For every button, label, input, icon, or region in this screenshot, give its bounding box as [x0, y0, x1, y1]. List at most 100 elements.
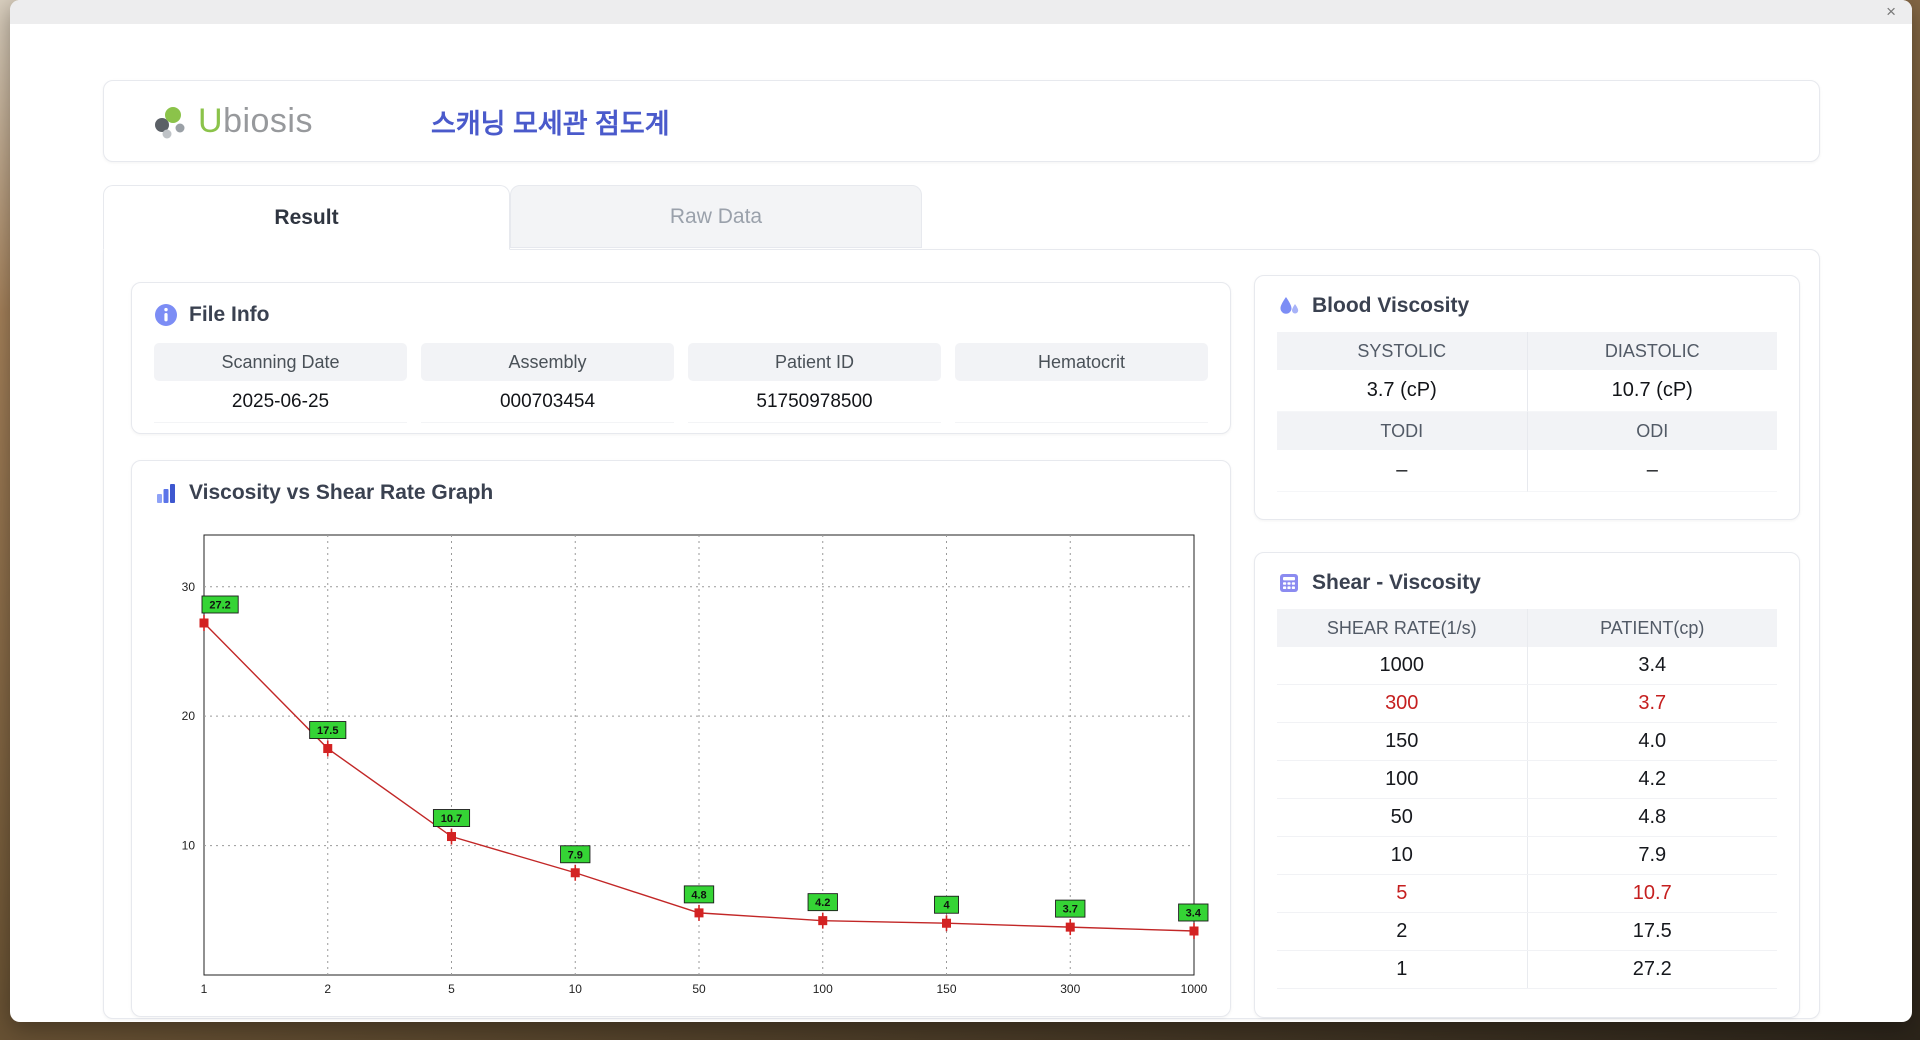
shear-table: SHEAR RATE(1/s) PATIENT(cp) 1000 3.4 300 3.… — [1277, 609, 1777, 989]
file-info-field: Hematocrit — [955, 343, 1208, 423]
svg-text:10: 10 — [569, 982, 583, 996]
shear-table-body: 1000 3.4 300 3.7 150 4.0 100 4.2 50 4.8 10 7.9 5 10.7… — [1277, 647, 1777, 989]
svg-text:10: 10 — [182, 839, 196, 853]
tab-result[interactable]: Result — [103, 185, 510, 250]
shear-rate-cell: 5 — [1277, 875, 1528, 912]
header-card: Ubiosis 스캐닝 모세관 점도계 — [103, 80, 1820, 162]
svg-text:1: 1 — [201, 982, 208, 996]
svg-text:27.2: 27.2 — [209, 600, 230, 612]
droplet-icon — [1277, 294, 1301, 318]
bv-header-cell: SYSTOLIC — [1277, 332, 1528, 370]
file-info-card: File Info Scanning Date 2025-06-25 Assembl… — [131, 282, 1231, 434]
ubiosis-logo-icon — [150, 101, 190, 141]
shear-table-row: 10 7.9 — [1277, 837, 1777, 875]
file-info-header: File Info — [154, 303, 1208, 327]
bv-value-row: 3.7 (cP) 10.7 (cP) — [1277, 370, 1777, 412]
patient-viscosity-cell: 4.0 — [1638, 730, 1667, 752]
field-value: 2025-06-25 — [154, 381, 407, 423]
shear-viscosity-header: Shear - Viscosity — [1277, 571, 1777, 595]
bv-value-row: – – — [1277, 450, 1777, 492]
blood-viscosity-table: SYSTOLIC DIASTOLIC 3.7 (cP) 10.7 (cP) TODI OD… — [1277, 332, 1777, 492]
patient-viscosity-cell: 4.8 — [1638, 806, 1667, 828]
svg-text:100: 100 — [813, 982, 833, 996]
file-info-field: Patient ID 51750978500 — [688, 343, 941, 423]
shear-rate-cell: 50 — [1277, 799, 1528, 836]
bv-header-row: TODI ODI — [1277, 412, 1777, 450]
bv-header-cell: DIASTOLIC — [1527, 332, 1777, 370]
shear-table-row: 50 4.8 — [1277, 799, 1777, 837]
shear-rate-cell: 100 — [1277, 761, 1528, 798]
patient-viscosity-cell: 27.2 — [1632, 958, 1672, 980]
shear-table-row: 300 3.7 — [1277, 685, 1777, 723]
svg-text:5: 5 — [448, 982, 455, 996]
shear-viscosity-card: Shear - Viscosity SHEAR RATE(1/s) PATIEN… — [1254, 552, 1800, 1018]
chart-wrap: 1 2 5 10 50 100 150 300 1000 10 20 30 27.2 17.5 10.7 7.… — [154, 509, 1209, 1014]
shear-table-header: SHEAR RATE(1/s) PATIENT(cp) — [1277, 609, 1777, 647]
bv-value-cell: 3.7 (cP) — [1277, 370, 1528, 412]
info-icon — [154, 303, 178, 327]
patient-viscosity-cell: 17.5 — [1632, 920, 1672, 942]
svg-text:300: 300 — [1060, 982, 1080, 996]
shear-col-header: SHEAR RATE(1/s) — [1277, 609, 1528, 647]
bv-value-cell: – — [1277, 450, 1528, 492]
main-panel: File Info Scanning Date 2025-06-25 Assembl… — [103, 249, 1820, 1019]
shear-rate-cell: 10 — [1277, 837, 1528, 874]
svg-text:20: 20 — [182, 709, 196, 723]
svg-text:4.2: 4.2 — [815, 897, 830, 909]
table-icon — [1277, 571, 1301, 595]
field-value: 000703454 — [421, 381, 674, 423]
graph-title: Viscosity vs Shear Rate Graph — [189, 481, 494, 504]
field-value — [955, 381, 1208, 423]
svg-text:1000: 1000 — [1181, 982, 1208, 996]
bv-header-cell: ODI — [1527, 412, 1777, 450]
field-label: Scanning Date — [154, 343, 407, 381]
field-label: Assembly — [421, 343, 674, 381]
shear-rate-cell: 300 — [1277, 685, 1528, 722]
blood-viscosity-title: Blood Viscosity — [1312, 294, 1470, 317]
graph-card: Viscosity vs Shear Rate Graph 1 2 5 10 50 100… — [131, 460, 1231, 1017]
ubiosis-logo: Ubiosis — [150, 101, 313, 141]
shear-col-header: PATIENT(cp) — [1600, 617, 1705, 638]
shear-table-row: 1 27.2 — [1277, 951, 1777, 989]
svg-text:10.7: 10.7 — [441, 813, 462, 825]
shear-rate-cell: 150 — [1277, 723, 1528, 760]
file-info-title: File Info — [189, 303, 270, 326]
svg-text:50: 50 — [692, 982, 706, 996]
svg-text:3.4: 3.4 — [1186, 908, 1202, 920]
patient-viscosity-cell: 10.7 — [1632, 882, 1672, 904]
svg-text:3.7: 3.7 — [1063, 904, 1078, 916]
shear-viscosity-title: Shear - Viscosity — [1312, 571, 1481, 594]
field-label: Hematocrit — [955, 343, 1208, 381]
tab-raw-data[interactable]: Raw Data — [510, 185, 922, 248]
bv-header-row: SYSTOLIC DIASTOLIC — [1277, 332, 1777, 370]
svg-text:4: 4 — [943, 900, 950, 912]
patient-viscosity-cell: 3.4 — [1638, 654, 1667, 676]
brand-rest: biosis — [223, 101, 313, 140]
shear-table-row: 100 4.2 — [1277, 761, 1777, 799]
file-info-fields: Scanning Date 2025-06-25 Assembly 000703454… — [154, 343, 1208, 423]
svg-text:7.9: 7.9 — [568, 849, 583, 861]
shear-rate-cell: 2 — [1277, 913, 1528, 950]
close-icon[interactable]: × — [1886, 1, 1896, 23]
brand-text: Ubiosis — [198, 102, 313, 141]
graph-header: Viscosity vs Shear Rate Graph — [154, 481, 1208, 505]
shear-rate-cell: 1000 — [1277, 647, 1528, 684]
shear-table-row: 5 10.7 — [1277, 875, 1777, 913]
app-window: × Ubiosis 스캐닝 모세관 점도계 Result Raw Data Fi… — [10, 0, 1912, 1022]
field-label: Patient ID — [688, 343, 941, 381]
file-info-field: Assembly 000703454 — [421, 343, 674, 423]
patient-viscosity-cell: 7.9 — [1638, 844, 1667, 866]
brand-letter-u: U — [198, 101, 224, 140]
bar-chart-icon — [154, 481, 178, 505]
file-info-field: Scanning Date 2025-06-25 — [154, 343, 407, 423]
blood-viscosity-header: Blood Viscosity — [1277, 294, 1777, 318]
shear-table-row: 1000 3.4 — [1277, 647, 1777, 685]
svg-text:2: 2 — [324, 982, 331, 996]
page-title: 스캐닝 모세관 점도계 — [431, 108, 670, 139]
bv-value-cell: 10.7 (cP) — [1527, 370, 1777, 412]
svg-text:150: 150 — [936, 982, 956, 996]
patient-viscosity-cell: 3.7 — [1638, 692, 1667, 714]
svg-text:4.8: 4.8 — [691, 889, 706, 901]
bv-value-cell: – — [1527, 450, 1777, 492]
viscosity-chart: 1 2 5 10 50 100 150 300 1000 10 20 30 27.2 17.5 10.7 7.… — [182, 534, 1209, 996]
